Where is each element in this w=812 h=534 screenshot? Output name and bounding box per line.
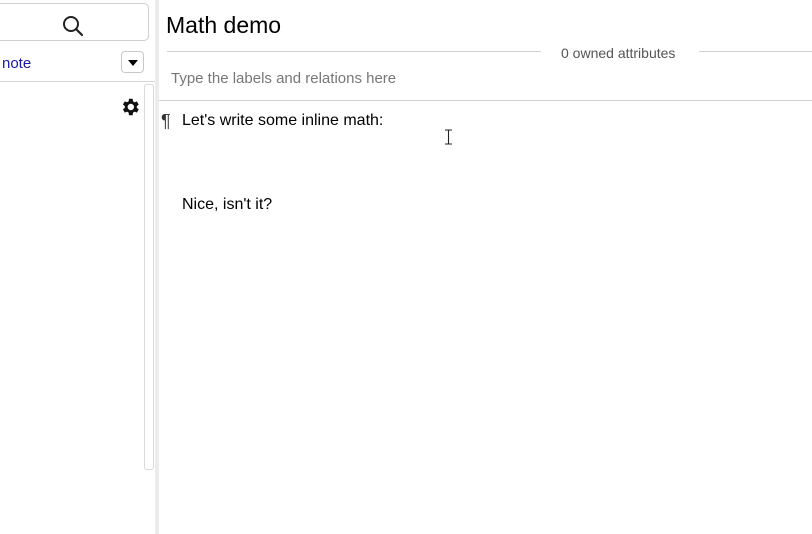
gear-icon	[122, 98, 139, 116]
owned-attributes-count[interactable]: 0 owned attributes	[561, 45, 675, 61]
note-dropdown-button[interactable]	[121, 51, 144, 73]
attributes-divider	[699, 51, 812, 52]
text-cursor-icon	[445, 129, 452, 145]
note-title[interactable]: Math demo	[166, 12, 281, 39]
tree-settings-button[interactable]	[116, 93, 144, 121]
attributes-input[interactable]: Type the labels and relations here	[171, 70, 396, 87]
search-button[interactable]	[0, 3, 149, 41]
paragraph[interactable]: Nice, isn't it?	[182, 196, 272, 214]
app-window: note Math demo 0 owned attributes Type t…	[0, 0, 812, 534]
attributes-divider	[167, 51, 541, 52]
paragraph[interactable]: Let's write some inline math:	[182, 112, 383, 130]
paragraph-icon: ¶	[161, 111, 171, 131]
tree-scrollbar[interactable]	[144, 84, 154, 470]
search-icon	[63, 16, 84, 37]
attributes-border	[159, 100, 812, 101]
note-link[interactable]: note	[2, 55, 31, 72]
left-panel: note	[0, 0, 155, 534]
chevron-down-icon	[128, 60, 138, 66]
note-selector: note	[0, 44, 155, 82]
note-detail: Math demo 0 owned attributes Type the la…	[159, 0, 812, 534]
